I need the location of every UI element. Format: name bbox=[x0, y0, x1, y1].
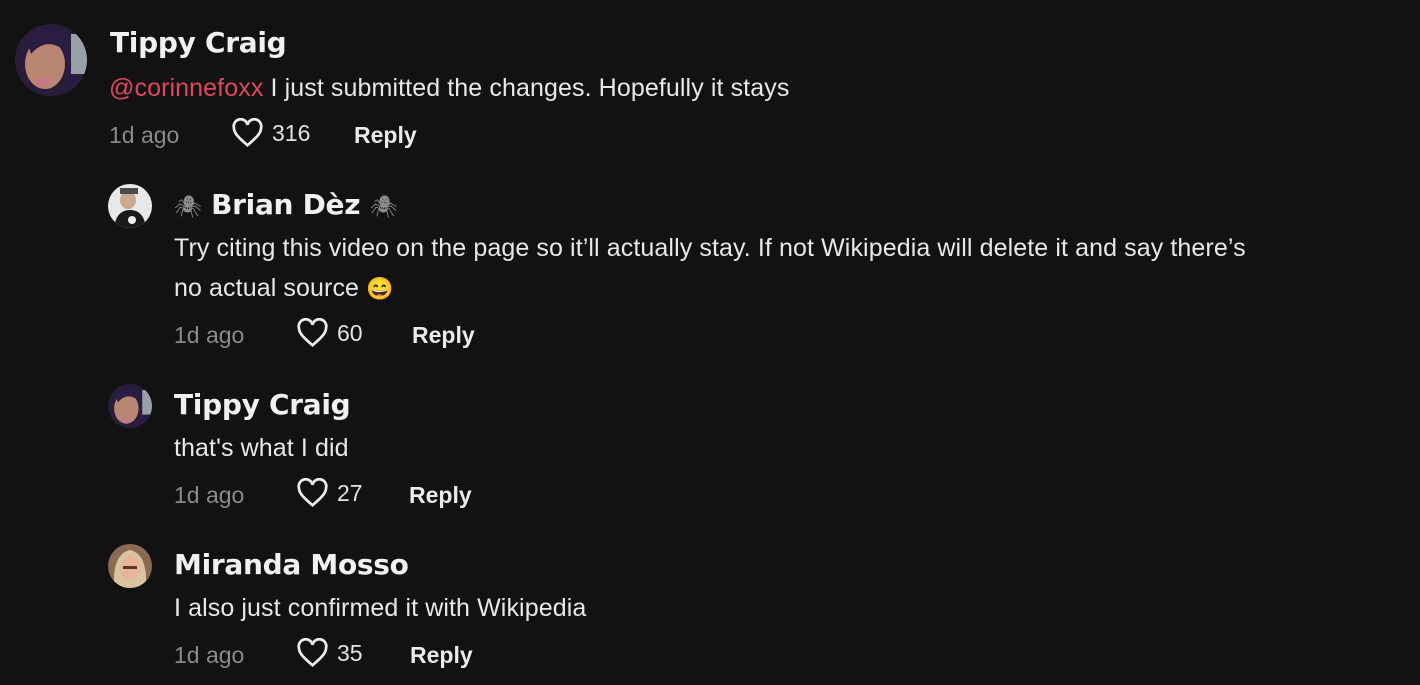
reply-button[interactable]: Reply bbox=[410, 642, 473, 669]
comment-author[interactable]: Tippy Craig bbox=[110, 26, 287, 59]
avatar-image bbox=[108, 384, 152, 428]
comment-reply: 🕷 Brian Dèz 🕷 Try citing this video on t… bbox=[0, 175, 1420, 360]
like-count: 35 bbox=[337, 639, 363, 666]
avatar-image bbox=[15, 24, 87, 96]
like-button[interactable]: 35 bbox=[296, 638, 363, 668]
avatar[interactable] bbox=[15, 24, 87, 96]
spider-emoji-icon: 🕷 bbox=[174, 195, 202, 220]
reply-button[interactable]: Reply bbox=[409, 482, 472, 509]
avatar-image bbox=[108, 544, 152, 588]
avatar[interactable] bbox=[108, 184, 152, 228]
spider-emoji-icon: 🕷 bbox=[369, 195, 398, 220]
comment-author[interactable]: Miranda Mosso bbox=[174, 548, 409, 581]
avatar-image bbox=[108, 184, 152, 228]
like-count: 60 bbox=[337, 319, 363, 346]
avatar[interactable] bbox=[108, 544, 152, 588]
avatar[interactable] bbox=[108, 384, 152, 428]
comment-reply: Tippy Craig that's what I did 1d ago 27 … bbox=[0, 375, 1420, 520]
comment-text: that's what I did bbox=[174, 434, 349, 462]
timestamp: 1d ago bbox=[174, 642, 245, 668]
comment-body-line1: Try citing this video on the page so it’… bbox=[174, 234, 1246, 262]
like-button[interactable]: 60 bbox=[296, 318, 363, 348]
comment-text: I also just confirmed it with Wikipedia bbox=[174, 594, 587, 622]
comment-text: @corinnefoxx I just submitted the change… bbox=[109, 68, 789, 108]
author-name[interactable]: Brian Dèz bbox=[211, 188, 360, 221]
heart-icon bbox=[297, 478, 328, 508]
timestamp: 1d ago bbox=[109, 122, 180, 148]
mention-link[interactable]: @corinnefoxx bbox=[109, 74, 263, 102]
like-count: 27 bbox=[337, 479, 363, 506]
reply-button[interactable]: Reply bbox=[354, 122, 417, 149]
heart-icon bbox=[232, 118, 263, 148]
heart-icon bbox=[297, 638, 328, 668]
like-button[interactable]: 316 bbox=[231, 118, 310, 148]
comment-text: Try citing this video on the page so it’… bbox=[174, 228, 1404, 309]
comment-author[interactable]: Tippy Craig bbox=[174, 388, 351, 421]
timestamp: 1d ago bbox=[174, 322, 245, 348]
comment-author: 🕷 Brian Dèz 🕷 bbox=[174, 188, 398, 221]
comment-body: I just submitted the changes. Hopefully … bbox=[270, 74, 790, 102]
reply-button[interactable]: Reply bbox=[412, 322, 475, 349]
comment-reply: Miranda Mosso I also just confirmed it w… bbox=[0, 535, 1420, 685]
comment-body-line2: no actual source 😄 bbox=[174, 274, 394, 302]
timestamp: 1d ago bbox=[174, 482, 245, 508]
like-button[interactable]: 27 bbox=[296, 478, 363, 508]
like-count: 316 bbox=[272, 119, 311, 146]
heart-icon bbox=[297, 318, 328, 348]
grinning-emoji-icon: 😄 bbox=[366, 276, 394, 301]
comment: Tippy Craig @corinnefoxx I just submitte… bbox=[0, 0, 1420, 170]
